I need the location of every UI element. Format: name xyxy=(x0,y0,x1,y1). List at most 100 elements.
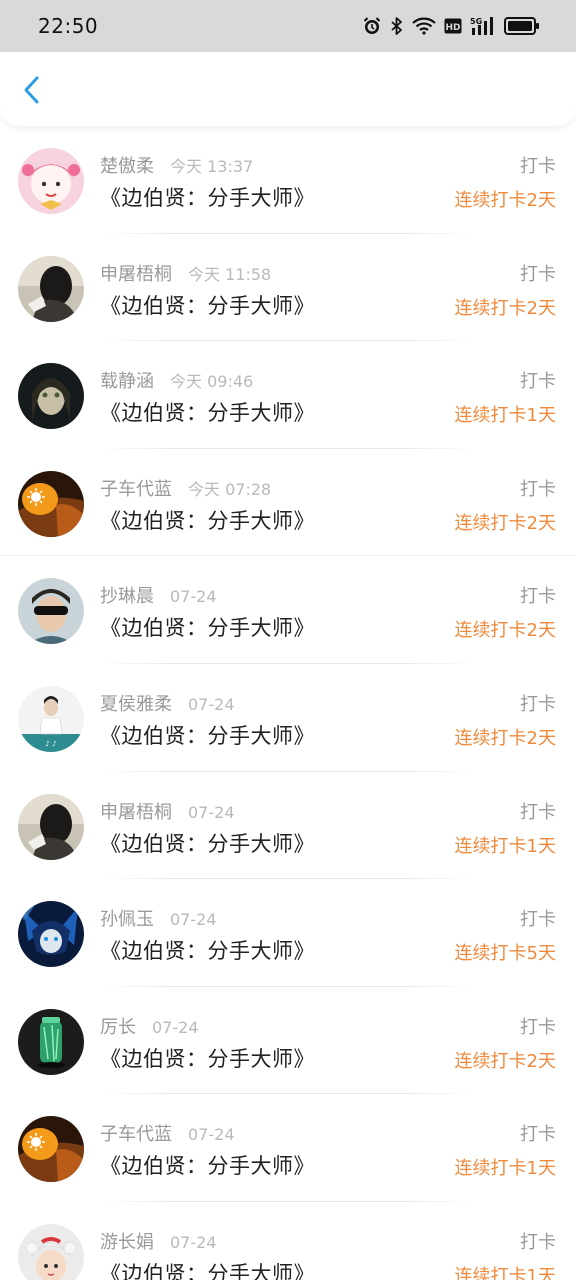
checkin-row[interactable]: 抄琳晨 07-24 《边伯贤：分手大师》 打卡连续打卡2天 xyxy=(0,556,576,664)
streak-badge: 连续打卡2天 xyxy=(454,1050,556,1072)
checkin-time: 07-24 xyxy=(188,1125,235,1145)
avatar[interactable] xyxy=(18,1008,84,1075)
checkin-row[interactable]: 厉长 07-24 《边伯贤：分手大师》 打卡连续打卡2天 xyxy=(0,987,576,1095)
checkin-label: 打卡 xyxy=(520,909,556,931)
checkin-time: 07-24 xyxy=(188,694,235,714)
checkin-row[interactable]: 游长娟 07-24 《边伯贤：分手大师》 打卡连续打卡1天 xyxy=(0,1202,576,1280)
alarm-icon xyxy=(362,16,382,36)
streak-badge: 连续打卡1天 xyxy=(454,835,556,857)
book-title: 《边伯贤：分手大师》 xyxy=(100,401,315,426)
svg-text:5G: 5G xyxy=(470,17,482,26)
book-title: 《边伯贤：分手大师》 xyxy=(100,616,315,641)
user-name[interactable]: 载静涵 xyxy=(100,367,154,393)
checkin-label: 打卡 xyxy=(520,586,556,608)
streak-badge: 连续打卡2天 xyxy=(454,190,556,211)
svg-text:♪ ♪: ♪ ♪ xyxy=(45,740,56,748)
checkin-label: 打卡 xyxy=(520,1231,556,1253)
checkin-meta: 厉长 07-24 xyxy=(100,1013,199,1039)
checkin-label: 打卡 xyxy=(520,801,556,823)
checkin-meta: 夏侯雅柔 07-24 xyxy=(100,690,235,716)
user-name[interactable]: 申屠梧桐 xyxy=(100,798,172,824)
avatar[interactable] xyxy=(18,1223,84,1280)
book-title: 《边伯贤：分手大师》 xyxy=(100,1261,315,1280)
signal-5g-icon: 5G xyxy=(470,16,496,36)
user-name[interactable]: 申屠梧桐 xyxy=(100,260,172,286)
checkin-time: 07-24 xyxy=(188,802,235,822)
top-nav xyxy=(0,52,576,126)
checkin-meta: 子车代蓝 今天 07:28 xyxy=(100,475,271,501)
streak-badge: 连续打卡2天 xyxy=(454,512,556,534)
checkin-row[interactable]: 申屠梧桐 07-24 《边伯贤：分手大师》 打卡连续打卡1天 xyxy=(0,772,576,880)
streak-badge: 连续打卡2天 xyxy=(454,297,556,319)
user-name[interactable]: 抄琳晨 xyxy=(100,582,154,608)
avatar[interactable] xyxy=(18,148,84,214)
user-name[interactable]: 游长娟 xyxy=(100,1228,154,1254)
bluetooth-icon xyxy=(390,16,404,36)
status-bar: 22:50 HD 5G xyxy=(0,0,576,52)
avatar[interactable] xyxy=(18,363,84,430)
checkin-list: 楚傲柔 今天 13:37 《边伯贤：分手大师》 打卡 连续打卡2天 申屠梧桐 今天 11:5… xyxy=(0,126,576,1280)
checkin-row[interactable]: 子车代蓝 今天 07:28 《边伯贤：分手大师》 打卡 连续打卡2天 xyxy=(0,449,576,557)
checkin-meta: 载静涵 今天 09:46 xyxy=(100,367,253,393)
user-name[interactable]: 孙佩玉 xyxy=(100,905,154,931)
book-title: 《边伯贤：分手大师》 xyxy=(100,1046,315,1071)
book-title: 《边伯贤：分手大师》 xyxy=(100,186,315,210)
hd-icon: HD xyxy=(444,18,462,34)
checkin-meta: 申屠梧桐 07-24 xyxy=(100,798,235,824)
avatar[interactable] xyxy=(18,578,84,645)
streak-badge: 连续打卡2天 xyxy=(454,727,556,749)
user-name[interactable]: 楚傲柔 xyxy=(100,152,154,178)
battery-icon xyxy=(504,17,540,35)
user-name[interactable]: 厉长 xyxy=(100,1013,136,1039)
streak-badge: 连续打卡5天 xyxy=(454,943,556,965)
checkin-row[interactable]: 楚傲柔 今天 13:37 《边伯贤：分手大师》 打卡连续打卡2天 xyxy=(0,126,576,234)
checkin-meta: 楚傲柔 今天 13:37 xyxy=(100,152,253,178)
avatar[interactable] xyxy=(18,470,84,537)
checkin-label: 打卡 xyxy=(520,693,556,715)
checkin-meta: 子车代蓝 07-24 xyxy=(100,1120,235,1146)
checkin-label: 打卡 xyxy=(520,156,556,177)
checkin-row[interactable]: 子车代蓝 07-24 《边伯贤：分手大师》 打卡 连续打卡1天 xyxy=(0,1094,576,1202)
checkin-time: 07-24 xyxy=(170,1232,217,1252)
checkin-time: 07-24 xyxy=(152,1017,199,1037)
checkin-meta: 抄琳晨 07-24 xyxy=(100,582,217,608)
streak-badge: 连续打卡2天 xyxy=(454,620,556,642)
checkin-time: 今天 07:28 xyxy=(188,479,272,499)
checkin-label: 打卡 xyxy=(520,1016,556,1038)
checkin-meta: 游长娟 07-24 xyxy=(100,1228,217,1254)
avatar[interactable]: ♪ ♪ xyxy=(18,685,84,752)
user-name[interactable]: 子车代蓝 xyxy=(100,475,172,501)
avatar[interactable] xyxy=(18,793,84,860)
checkin-time: 今天 11:58 xyxy=(188,264,272,284)
checkin-label: 打卡 xyxy=(520,1124,556,1146)
checkin-meta: 孙佩玉 07-24 xyxy=(100,905,217,931)
svg-text:HD: HD xyxy=(445,23,460,33)
back-button[interactable] xyxy=(14,70,50,110)
book-title: 《边伯贤：分手大师》 xyxy=(100,939,315,964)
status-time: 22:50 xyxy=(38,14,99,38)
checkin-time: 今天 13:37 xyxy=(170,157,254,176)
status-icons: HD 5G xyxy=(362,16,540,36)
chevron-left-icon xyxy=(24,76,39,104)
user-name[interactable]: 夏侯雅柔 xyxy=(100,690,172,716)
book-title: 《边伯贤：分手大师》 xyxy=(100,831,315,856)
checkin-row[interactable]: 载静涵 今天 09:46 《边伯贤：分手大师》 打卡连续打卡1天 xyxy=(0,341,576,449)
avatar[interactable] xyxy=(18,255,84,322)
checkin-row[interactable]: 孙佩玉 07-24 《边伯贤：分手大师》 打卡连续打卡5天 xyxy=(0,879,576,987)
avatar[interactable] xyxy=(18,901,84,968)
checkin-row[interactable]: ♪ ♪ 夏侯雅柔 07-24 《边伯贤：分手大师》 打卡连续打卡2天 xyxy=(0,664,576,772)
checkin-label: 打卡 xyxy=(520,371,556,393)
checkin-row[interactable]: 申屠梧桐 今天 11:58 《边伯贤：分手大师》 打卡 连续打卡2天 xyxy=(0,234,576,342)
checkin-time: 07-24 xyxy=(170,587,217,607)
checkin-time: 今天 09:46 xyxy=(170,372,254,392)
user-name[interactable]: 子车代蓝 xyxy=(100,1120,172,1146)
book-title: 《边伯贤：分手大师》 xyxy=(100,723,315,748)
checkin-meta: 申屠梧桐 今天 11:58 xyxy=(100,260,271,286)
streak-badge: 连续打卡1天 xyxy=(454,405,556,427)
wifi-icon xyxy=(412,17,436,35)
avatar[interactable] xyxy=(18,1116,84,1183)
book-title: 《边伯贤：分手大师》 xyxy=(100,508,315,533)
checkin-time: 07-24 xyxy=(170,910,217,930)
streak-badge: 连续打卡1天 xyxy=(454,1158,556,1180)
streak-badge: 连续打卡1天 xyxy=(454,1265,556,1280)
